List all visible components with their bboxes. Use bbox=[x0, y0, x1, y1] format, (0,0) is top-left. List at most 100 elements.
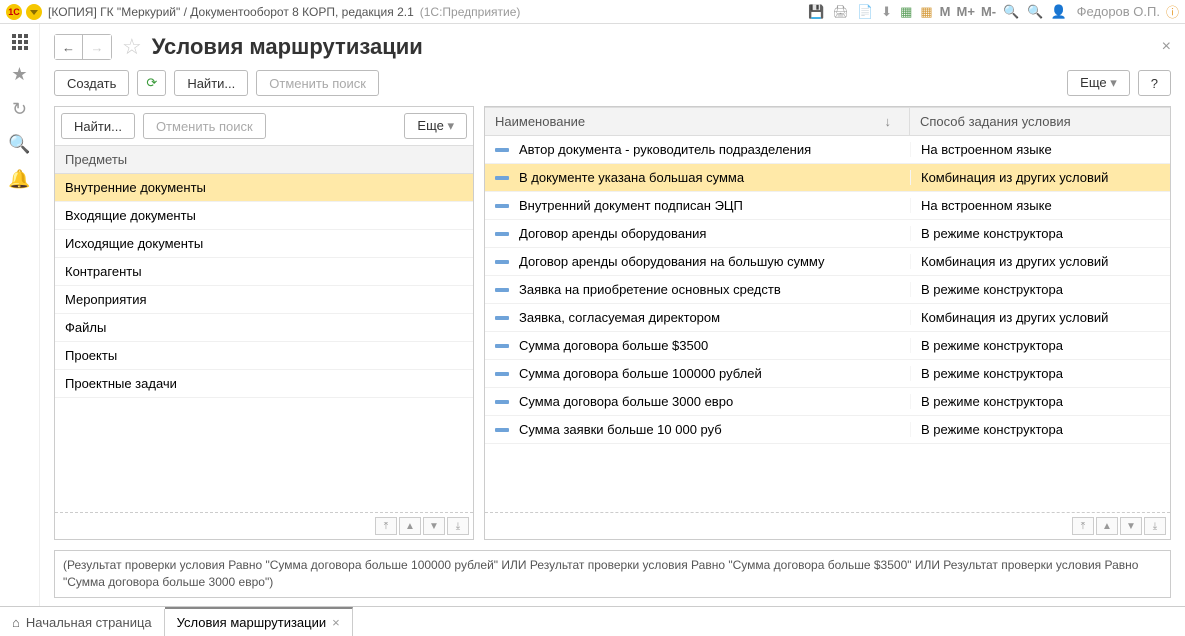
tab-home[interactable]: ⌂ Начальная страница bbox=[0, 609, 165, 636]
down-icon[interactable]: ⬇ bbox=[880, 4, 893, 20]
history-icon[interactable]: ↻ bbox=[12, 99, 27, 120]
row-marker-icon bbox=[495, 288, 509, 292]
condition-row[interactable]: Заявка на приобретение основных средствВ… bbox=[485, 276, 1170, 304]
zoom-out-icon[interactable]: 🔍 bbox=[1026, 4, 1044, 20]
condition-row[interactable]: Сумма договора больше 100000 рублейВ реж… bbox=[485, 360, 1170, 388]
app-menu-dropdown[interactable] bbox=[26, 4, 42, 20]
tab-close-icon[interactable]: × bbox=[332, 615, 340, 630]
m-minus-icon[interactable]: M- bbox=[981, 4, 996, 19]
close-page-icon[interactable]: × bbox=[1162, 38, 1171, 56]
row-marker-icon bbox=[495, 204, 509, 208]
table-icon[interactable]: ▦ bbox=[899, 4, 913, 20]
pg-last-icon[interactable]: ⤓ bbox=[1144, 517, 1166, 535]
search-icon[interactable]: 🔍 bbox=[8, 134, 30, 155]
condition-row[interactable]: Заявка, согласуемая директоромКомбинация… bbox=[485, 304, 1170, 332]
subject-row[interactable]: Проектные задачи bbox=[55, 370, 473, 398]
subjects-panel: Найти... Отменить поиск Еще Предметы Вну… bbox=[54, 106, 474, 540]
condition-method: На встроенном языке bbox=[910, 142, 1160, 157]
help-button[interactable]: ? bbox=[1138, 70, 1171, 96]
user-icon: 👤 bbox=[1050, 4, 1066, 20]
condition-row[interactable]: В документе указана большая суммаКомбина… bbox=[485, 164, 1170, 192]
condition-name: Договор аренды оборудования на большую с… bbox=[519, 254, 910, 269]
row-marker-icon bbox=[495, 316, 509, 320]
pg-last-icon[interactable]: ⤓ bbox=[447, 517, 469, 535]
subject-row[interactable]: Входящие документы bbox=[55, 202, 473, 230]
titlebar-icons: 💾 🖨 📄 ⬇ ▦ ▦ M M+ M- 🔍 🔍 👤 Федоров О.П. ⓘ bbox=[807, 2, 1179, 21]
favorites-icon[interactable]: ★ bbox=[11, 64, 27, 85]
conditions-list: Автор документа - руководитель подраздел… bbox=[485, 136, 1170, 512]
subject-row[interactable]: Файлы bbox=[55, 314, 473, 342]
condition-method: Комбинация из других условий bbox=[910, 254, 1160, 269]
user-name[interactable]: Федоров О.П. bbox=[1077, 4, 1160, 19]
condition-name: Внутренний документ подписан ЭЦП bbox=[519, 198, 910, 213]
pg-first-icon[interactable]: ⤒ bbox=[1072, 517, 1094, 535]
m-icon[interactable]: M bbox=[940, 4, 951, 19]
condition-method: Комбинация из других условий bbox=[910, 310, 1160, 325]
condition-name: Сумма договора больше $3500 bbox=[519, 338, 910, 353]
condition-method: В режиме конструктора bbox=[910, 282, 1160, 297]
apps-grid-icon[interactable] bbox=[12, 34, 28, 50]
left-cancel-search-button[interactable]: Отменить поиск bbox=[143, 113, 266, 139]
pg-first-icon[interactable]: ⤒ bbox=[375, 517, 397, 535]
subject-row[interactable]: Внутренние документы bbox=[55, 174, 473, 202]
refresh-button[interactable]: ⟳ bbox=[137, 70, 166, 96]
find-button[interactable]: Найти... bbox=[174, 70, 248, 96]
main-toolbar: Создать ⟳ Найти... Отменить поиск Еще ? bbox=[54, 70, 1171, 96]
pg-up-icon[interactable]: ▲ bbox=[399, 517, 421, 535]
doc-icon[interactable]: 📄 bbox=[856, 4, 874, 20]
left-find-button[interactable]: Найти... bbox=[61, 113, 135, 139]
condition-name: Заявка на приобретение основных средств bbox=[519, 282, 910, 297]
subject-row[interactable]: Контрагенты bbox=[55, 258, 473, 286]
zoom-in-icon[interactable]: 🔍 bbox=[1002, 4, 1020, 20]
right-pager: ⤒ ▲ ▼ ⤓ bbox=[485, 512, 1170, 539]
condition-row[interactable]: Сумма заявки больше 10 000 рубВ режиме к… bbox=[485, 416, 1170, 444]
cancel-search-button[interactable]: Отменить поиск bbox=[256, 70, 379, 96]
condition-name: Сумма договора больше 100000 рублей bbox=[519, 366, 910, 381]
print-icon[interactable]: 🖨 bbox=[831, 4, 850, 20]
pg-up-icon[interactable]: ▲ bbox=[1096, 517, 1118, 535]
tab-routing-label: Условия маршрутизации bbox=[177, 615, 326, 630]
col-header-method[interactable]: Способ задания условия bbox=[910, 108, 1170, 135]
pg-down-icon[interactable]: ▼ bbox=[423, 517, 445, 535]
row-marker-icon bbox=[495, 260, 509, 264]
subject-row[interactable]: Исходящие документы bbox=[55, 230, 473, 258]
notifications-icon[interactable]: 🔔 bbox=[8, 169, 30, 190]
condition-row[interactable]: Сумма договора больше 3000 евроВ режиме … bbox=[485, 388, 1170, 416]
titlebar: 1C [КОПИЯ] ГК "Меркурий" / Документообор… bbox=[0, 0, 1185, 24]
left-more-button[interactable]: Еще bbox=[404, 113, 467, 139]
pg-down-icon[interactable]: ▼ bbox=[1120, 517, 1142, 535]
condition-row[interactable]: Внутренний документ подписан ЭЦПНа встро… bbox=[485, 192, 1170, 220]
condition-row[interactable]: Сумма договора больше $3500В режиме конс… bbox=[485, 332, 1170, 360]
condition-row[interactable]: Договор аренды оборудования на большую с… bbox=[485, 248, 1170, 276]
col-header-name[interactable]: Наименование ↓ bbox=[485, 108, 910, 135]
row-marker-icon bbox=[495, 344, 509, 348]
more-button[interactable]: Еще bbox=[1067, 70, 1130, 96]
m-plus-icon[interactable]: M+ bbox=[957, 4, 975, 19]
row-marker-icon bbox=[495, 400, 509, 404]
favorite-star-icon[interactable]: ☆ bbox=[122, 34, 142, 60]
create-button[interactable]: Создать bbox=[54, 70, 129, 96]
subject-row[interactable]: Мероприятия bbox=[55, 286, 473, 314]
condition-name: Заявка, согласуемая директором bbox=[519, 310, 910, 325]
nav-forward-button[interactable]: → bbox=[83, 35, 111, 59]
tab-routing-conditions[interactable]: Условия маршрутизации × bbox=[165, 607, 353, 636]
condition-name: Договор аренды оборудования bbox=[519, 226, 910, 241]
info-icon[interactable]: ⓘ bbox=[1166, 2, 1179, 21]
condition-method: В режиме конструктора bbox=[910, 226, 1160, 241]
condition-method: В режиме конструктора bbox=[910, 338, 1160, 353]
row-marker-icon bbox=[495, 176, 509, 180]
nav-back-button[interactable]: ← bbox=[55, 35, 83, 59]
condition-row[interactable]: Автор документа - руководитель подраздел… bbox=[485, 136, 1170, 164]
subjects-header[interactable]: Предметы bbox=[55, 146, 473, 173]
nav-buttons: ← → bbox=[54, 34, 112, 60]
save-icon[interactable]: 💾 bbox=[807, 4, 825, 20]
window-title: [КОПИЯ] ГК "Меркурий" / Документооборот … bbox=[48, 5, 414, 19]
condition-name: В документе указана большая сумма bbox=[519, 170, 910, 185]
calendar-icon[interactable]: ▦ bbox=[919, 4, 933, 20]
side-rail: ★ ↻ 🔍 🔔 bbox=[0, 24, 40, 606]
col-header-name-label: Наименование bbox=[495, 114, 585, 129]
condition-row[interactable]: Договор аренды оборудованияВ режиме конс… bbox=[485, 220, 1170, 248]
row-marker-icon bbox=[495, 148, 509, 152]
subject-row[interactable]: Проекты bbox=[55, 342, 473, 370]
condition-name: Сумма договора больше 3000 евро bbox=[519, 394, 910, 409]
